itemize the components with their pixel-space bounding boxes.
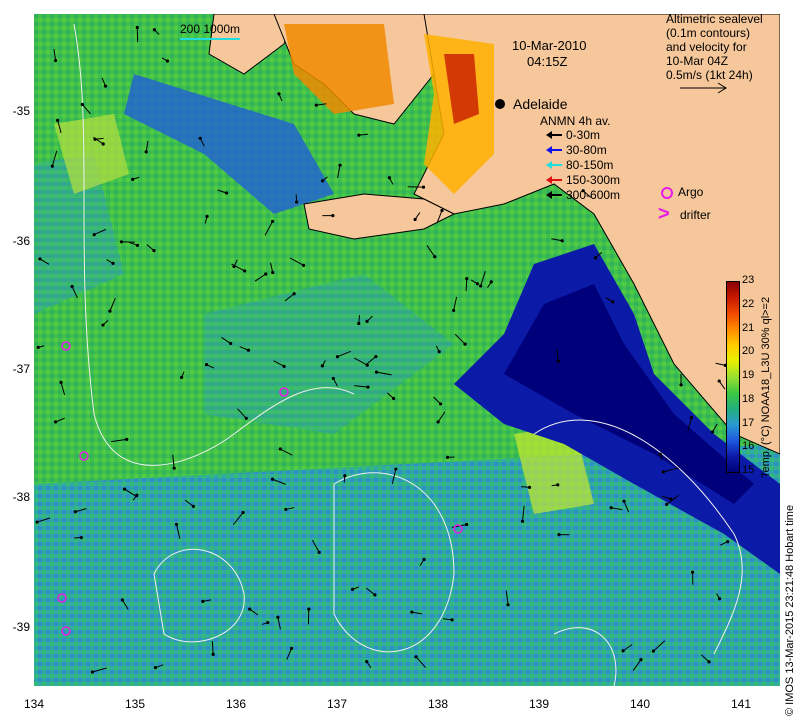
x-tick-label: 139: [528, 697, 550, 711]
title-date: 10-Mar-2010: [512, 38, 587, 53]
x-tick-label: 134: [23, 697, 45, 711]
depth-label: 150-300m: [566, 173, 621, 187]
depth-arrow-icon: [546, 176, 562, 184]
colorbar-tick-label: 21: [742, 321, 755, 334]
legend-header-line: 10-Mar 04Z: [666, 54, 729, 68]
colorbar-tick-label: 17: [742, 416, 755, 429]
y-tick-label: -39: [12, 620, 30, 634]
colorbar-tick-label: 23: [742, 274, 755, 286]
drifter-icon: >: [658, 203, 670, 225]
credit-text: © IMOS 13-Mar-2015 23:21:48 Hobart time: [784, 504, 796, 716]
x-tick-label: 135: [124, 697, 146, 711]
y-tick-label: -38: [12, 490, 30, 504]
x-tick-label: 141: [730, 697, 752, 711]
scale-label: 200 1000m: [180, 22, 241, 36]
colorbar-gradient: [726, 281, 740, 473]
anmn-title: ANMN 4h av.: [540, 114, 611, 128]
colorbar-tick-label: 18: [742, 392, 755, 405]
sst-map[interactable]: [34, 13, 781, 687]
depth-label: 0-30m: [566, 128, 601, 142]
drifter-label: drifter: [680, 208, 711, 222]
colorbar-tick-label: 16: [742, 440, 755, 453]
city-label: Adelaide: [513, 96, 568, 112]
depth-arrow-icon: [546, 191, 562, 199]
x-tick-label: 138: [427, 697, 449, 711]
y-tick-label: -36: [12, 234, 30, 248]
y-tick-label: -37: [12, 362, 30, 376]
x-tick-label: 136: [225, 697, 247, 711]
y-tick-label: -35: [12, 104, 30, 118]
legend-header-line: Altimetric sealevel: [666, 12, 763, 26]
depth-arrow-icon: [546, 131, 562, 139]
argo-label: Argo: [678, 185, 704, 199]
colorbar-tick-label: 20: [742, 345, 755, 358]
depth-label: 80-150m: [566, 158, 614, 172]
legend-header-line: and velocity for: [666, 40, 747, 54]
depth-label: 30-80m: [566, 143, 607, 157]
depth-arrow-icon: [546, 146, 562, 154]
velocity-scale-arrow: [680, 82, 727, 94]
colorbar-label: Temp. (°C) NOAA18_L3U 30% ql>=2: [760, 296, 772, 478]
legend-header-line: 0.5m/s (1kt 24h): [666, 68, 753, 82]
map-frame: [34, 13, 781, 687]
legend-header-line: (0.1m contours): [666, 26, 751, 40]
title-time: 04:15Z: [527, 54, 568, 69]
argo-icon: [661, 187, 673, 199]
adelaide-marker[interactable]: [495, 99, 505, 109]
depth-arrow-icon: [546, 161, 562, 169]
depth-label: 300-600m: [566, 188, 621, 202]
x-tick-label: 140: [629, 697, 651, 711]
colorbar-tick-label: 22: [742, 297, 755, 310]
scale-bar: [180, 38, 240, 40]
x-tick-label: 137: [326, 697, 348, 711]
colorbar-tick-label: 19: [742, 369, 755, 381]
colorbar-tick-label: 15: [742, 464, 755, 476]
